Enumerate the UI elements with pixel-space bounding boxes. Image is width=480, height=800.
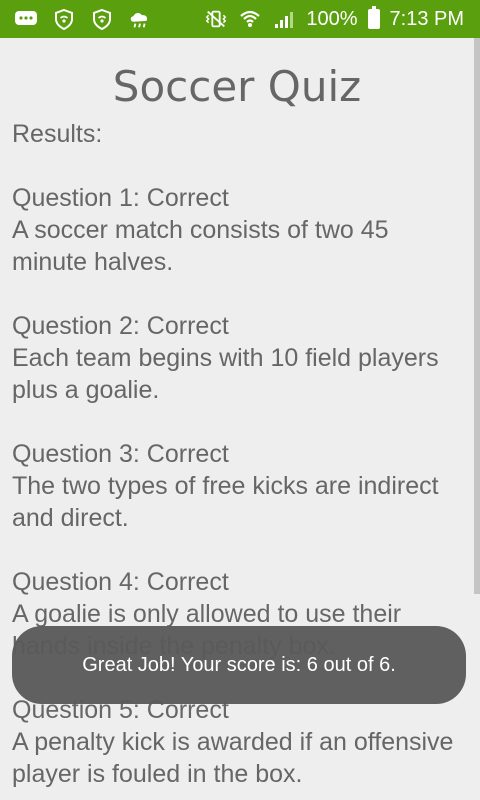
question-text: A soccer match consists of two 45 minute… — [12, 216, 389, 276]
shield-wifi-icon-2 — [90, 7, 114, 31]
vibrate-mute-icon — [204, 7, 228, 31]
question-text: A penalty kick is awarded if an offensiv… — [12, 728, 454, 788]
question-result: Question 1: Correct A soccer match consi… — [12, 182, 462, 278]
question-text: The two types of free kicks are indirect… — [12, 472, 439, 532]
results-label: Results: — [12, 120, 103, 148]
battery-icon — [367, 6, 380, 29]
page-title: Soccer Quiz — [112, 62, 362, 111]
question-header: Question 1: Correct — [12, 184, 229, 212]
question-header: Question 4: Correct — [12, 568, 229, 596]
question-header: Question 3: Correct — [12, 440, 229, 468]
system-icons: 100% 7:13 PM — [204, 6, 464, 32]
score-toast: Great Job! Your score is: 6 out of 6. — [12, 626, 466, 704]
battery-percent: 100% — [306, 7, 358, 30]
status-bar: 100% 7:13 PM — [0, 0, 480, 38]
question-result: Question 3: Correct The two types of fre… — [12, 438, 462, 534]
wifi-icon — [238, 7, 262, 31]
question-result: Question 2: Correct Each team begins wit… — [12, 310, 462, 406]
shield-wifi-icon — [52, 7, 76, 31]
notification-icons — [14, 6, 152, 32]
clock: 7:13 PM — [389, 7, 464, 30]
scrollbar[interactable] — [474, 38, 480, 594]
question-text: Each team begins with 10 field players p… — [12, 344, 439, 404]
signal-icon — [272, 7, 296, 31]
message-icon — [14, 7, 38, 31]
question-header: Question 2: Correct — [12, 312, 229, 340]
weather-cloud-icon — [128, 7, 152, 31]
question-result: Question 5: Correct A penalty kick is aw… — [12, 694, 462, 790]
